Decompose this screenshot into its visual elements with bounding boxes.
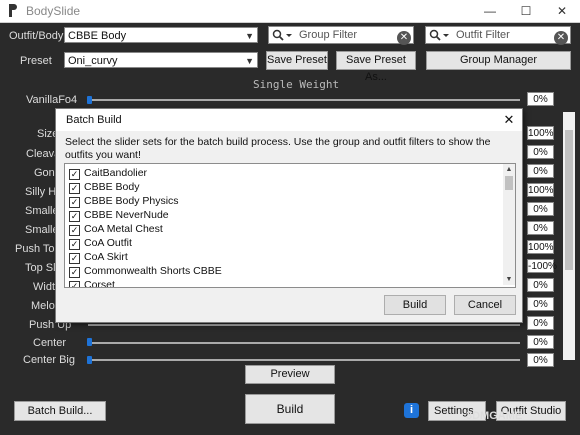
slider-thumb[interactable] (87, 356, 92, 364)
slider-value-field[interactable]: 0% (527, 316, 554, 330)
slider-value-field[interactable]: 0% (527, 164, 554, 178)
checkbox-checked-icon[interactable]: ✓ (69, 169, 80, 180)
clear-icon[interactable]: ✕ (554, 31, 568, 45)
app-icon (9, 4, 17, 17)
list-item[interactable]: ✓ CBBE Body (69, 181, 139, 194)
list-item[interactable]: ✓ Corset (69, 279, 115, 287)
scrollbar-thumb[interactable] (565, 130, 573, 270)
slider-track[interactable] (88, 324, 520, 326)
slider-value-field[interactable]: 0% (527, 202, 554, 216)
scrollbar-thumb[interactable] (505, 176, 513, 190)
slider-list-scrollbar[interactable] (563, 112, 575, 360)
close-icon[interactable]: ✕ (544, 0, 580, 22)
dialog-title-bar: Batch Build ✕ (56, 109, 522, 131)
list-item[interactable]: ✓ CaitBandolier (69, 167, 147, 180)
clear-icon[interactable]: ✕ (397, 31, 411, 45)
slider-value-field[interactable]: 0% (527, 221, 554, 235)
info-icon[interactable]: i (404, 403, 419, 418)
preset-label: Preset (20, 55, 52, 67)
list-item[interactable]: ✓ CBBE Body Physics (69, 195, 179, 208)
batch-build-dialog: Batch Build ✕ Select the slider sets for… (55, 108, 523, 323)
watermark: 3DMGAME (466, 410, 523, 422)
maximize-icon[interactable]: ☐ (508, 0, 544, 22)
preset-value: Oni_curvy (68, 55, 118, 67)
group-manager-button[interactable]: Group Manager (426, 51, 571, 70)
search-icon (429, 29, 449, 41)
save-preset-button[interactable]: Save Preset (266, 51, 328, 70)
chevron-down-icon: ▼ (245, 31, 254, 41)
group-filter-placeholder: Group Filter (299, 29, 358, 41)
dialog-description: Select the slider sets for the batch bui… (65, 136, 491, 161)
outfit-filter-input[interactable]: Outfit Filter ✕ (425, 26, 571, 45)
slider-value-field[interactable]: 100% (527, 183, 554, 197)
slider-thumb[interactable] (87, 96, 92, 104)
preview-button[interactable]: Preview (245, 365, 335, 384)
slider-value-field[interactable]: 0% (527, 278, 554, 292)
slider-track[interactable] (88, 359, 520, 361)
slider-label: Center Big (23, 354, 75, 366)
slider-label: Center (33, 337, 67, 349)
slider-value-field[interactable]: 0% (527, 297, 554, 311)
outfit-body-value: CBBE Body (68, 30, 127, 42)
save-preset-as-button[interactable]: Save Preset As... (336, 51, 416, 83)
checkbox-checked-icon[interactable]: ✓ (69, 197, 80, 208)
outfit-body-label: Outfit/Body (9, 30, 64, 42)
slider-value-field[interactable]: -100% (527, 259, 557, 273)
dialog-cancel-button[interactable]: Cancel (454, 295, 516, 315)
slider-value-field[interactable]: 0% (527, 335, 554, 349)
checkbox-checked-icon[interactable]: ✓ (69, 211, 80, 222)
dialog-build-button[interactable]: Build (384, 295, 446, 315)
outfit-body-select[interactable]: CBBE Body ▼ (64, 27, 258, 43)
list-item[interactable]: ✓ Commonwealth Shorts CBBE (69, 265, 222, 278)
batch-build-button[interactable]: Batch Build... (14, 401, 106, 421)
checkbox-checked-icon[interactable]: ✓ (69, 281, 80, 287)
slider-thumb[interactable] (87, 338, 92, 346)
checkbox-checked-icon[interactable]: ✓ (69, 267, 80, 278)
preset-select[interactable]: Oni_curvy ▼ (64, 52, 258, 68)
slider-value-field[interactable]: 0% (527, 353, 554, 367)
section-title: Single Weight (253, 78, 340, 91)
checkbox-checked-icon[interactable]: ✓ (69, 183, 80, 194)
checkbox-checked-icon[interactable]: ✓ (69, 225, 80, 236)
slider-label: VanillaFo4 (26, 94, 78, 106)
slider-value-field[interactable]: 0% (527, 92, 554, 106)
title-bar: BodySlide — ☐ ✕ (0, 0, 580, 23)
slider-track[interactable] (88, 99, 520, 101)
list-item[interactable]: ✓ CoA Skirt (69, 251, 128, 264)
slider-value-field[interactable]: 0% (527, 145, 554, 159)
dialog-title: Batch Build (66, 114, 122, 126)
checkbox-checked-icon[interactable]: ✓ (69, 253, 80, 264)
slider-value-field[interactable]: 100% (527, 126, 554, 140)
checkbox-checked-icon[interactable]: ✓ (69, 239, 80, 250)
list-item[interactable]: ✓ CoA Outfit (69, 237, 132, 250)
slider-set-list: ✓ CaitBandolier ✓ CBBE Body ✓ CBBE Body Phy… (64, 163, 516, 288)
chevron-down-icon[interactable]: ▼ (503, 274, 515, 285)
close-icon[interactable]: ✕ (500, 111, 518, 129)
slider-value-field[interactable]: 100% (527, 240, 554, 254)
list-scrollbar[interactable]: ▲ ▼ (503, 164, 515, 285)
slider-track[interactable] (88, 342, 520, 344)
search-icon (272, 29, 292, 41)
list-item[interactable]: ✓ CoA Metal Chest (69, 223, 163, 236)
window-title: BodySlide (26, 4, 81, 18)
list-item[interactable]: ✓ CBBE NeverNude (69, 209, 169, 222)
outfit-filter-placeholder: Outfit Filter (456, 29, 510, 41)
group-filter-input[interactable]: Group Filter ✕ (268, 26, 414, 45)
chevron-down-icon: ▼ (245, 56, 254, 66)
minimize-icon[interactable]: — (472, 0, 508, 22)
build-button[interactable]: Build (245, 394, 335, 424)
chevron-up-icon[interactable]: ▲ (503, 164, 515, 175)
